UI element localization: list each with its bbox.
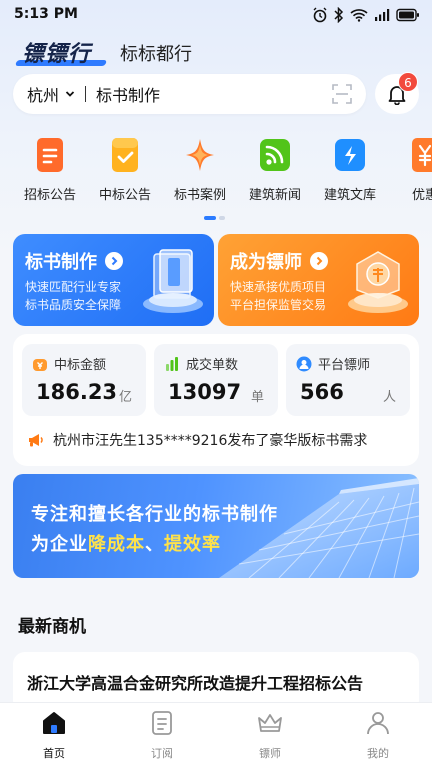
stat-value: 186.23 — [36, 380, 118, 404]
lightning-book-icon — [335, 139, 365, 171]
sparkle-icon — [186, 139, 214, 171]
stat-value: 566 — [300, 380, 344, 404]
promo-become-escort-line1: 快速承接优质项目 — [230, 280, 327, 294]
tab-escort[interactable]: 镖师 — [216, 709, 324, 761]
stat-unit: 人 — [382, 390, 396, 405]
yuan-icon — [412, 138, 432, 172]
document-icon — [37, 138, 63, 172]
category-construction-library[interactable]: 建筑文库 — [312, 132, 388, 203]
section-title-latest-opportunities: 最新商机 — [18, 617, 86, 637]
coin-stand-illustration — [348, 251, 408, 313]
status-icons — [312, 6, 420, 24]
category-construction-news[interactable]: 建筑新闻 — [237, 132, 313, 203]
category-pager — [204, 216, 225, 220]
alarm-icon — [313, 7, 327, 23]
tab-profile[interactable]: 我的 — [324, 709, 432, 761]
crown-icon — [258, 714, 282, 732]
category-discount[interactable]: 优惠 — [387, 132, 432, 203]
app-logo: 镖镖行 — [14, 36, 108, 67]
subscribe-icon — [152, 711, 172, 735]
scan-icon[interactable] — [332, 84, 352, 104]
tab-subscribe[interactable]: 订阅 — [108, 709, 216, 761]
bluetooth-icon — [334, 7, 344, 23]
opportunity-title: 浙江大学高温合金研究所改造提升工程招标公告 — [27, 674, 364, 693]
chevron-down-icon[interactable] — [65, 90, 75, 98]
wifi-icon — [350, 9, 368, 22]
category-bid-cases[interactable]: 标书案例 — [162, 132, 238, 203]
announcement-text: 杭州市汪先生135****9216发布了豪华版标书需求 — [53, 433, 368, 449]
stat-winning-amount: 中标金额 186.23 亿 — [22, 344, 146, 416]
chevron-right-icon — [310, 252, 328, 270]
category-bid-announcement[interactable]: 招标公告 — [12, 132, 88, 203]
promo-become-escort-line2: 平台担保监管交易 — [230, 298, 327, 312]
building-illustration — [219, 478, 419, 578]
user-icon — [296, 356, 312, 371]
promo-bid-writing-line1: 快速匹配行业专家 — [25, 280, 122, 294]
signal-icon — [375, 9, 390, 21]
bottom-tab-bar: 首页 订阅 镖师 我的 — [0, 702, 432, 768]
status-time: 5:13 PM — [14, 6, 78, 22]
notification-badge: 6 — [398, 72, 418, 92]
category-grid: 招标公告 中标公告 标书案例 建筑新闻 建筑文库 优惠 — [0, 132, 432, 203]
home-icon — [43, 712, 65, 734]
home-screen: 5:13 PM 镖镖行 标标都行 杭州 标书制作 6 招标公告 中标公告 标书案… — [0, 0, 432, 768]
battery-icon — [396, 8, 419, 22]
check-document-icon — [112, 138, 138, 172]
stat-value: 13097 — [168, 380, 242, 404]
search-input[interactable]: 标书制作 — [96, 82, 160, 106]
profile-icon — [367, 712, 389, 735]
city-selector[interactable]: 杭州 — [27, 82, 59, 106]
category-win-announcement[interactable]: 中标公告 — [87, 132, 163, 203]
promo-banner[interactable]: 专注和擅长各行业的标书制作 为企业降成本、提效率 — [13, 474, 419, 578]
promo-become-escort[interactable]: 成为镖师 快速承接优质项目 平台担保监管交易 — [218, 234, 419, 326]
banner-headline: 专注和擅长各行业的标书制作 — [31, 504, 278, 525]
tab-home[interactable]: 首页 — [0, 709, 108, 761]
stat-unit: 亿 — [118, 390, 132, 405]
banner-subheadline: 为企业降成本、提效率 — [31, 534, 221, 555]
rss-icon — [260, 139, 290, 171]
stat-deal-count: 成交单数 13097 单 — [154, 344, 278, 416]
status-bar: 5:13 PM — [0, 0, 432, 30]
stat-platform-escorts: 平台镖师 566 人 — [286, 344, 410, 416]
platform-stats-card: 中标金额 186.23 亿 成交单数 13097 单 平台镖师 566 人 杭州… — [13, 334, 419, 466]
announcement-ticker[interactable]: 杭州市汪先生135****9216发布了豪华版标书需求 — [27, 430, 367, 450]
logo-text: 镖镖行 — [22, 42, 92, 67]
promo-become-escort-title: 成为镖师 — [230, 252, 302, 273]
bar-chart-icon — [166, 356, 178, 371]
chevron-right-icon — [105, 252, 123, 270]
megaphone-icon — [29, 434, 43, 447]
stat-unit: 单 — [250, 390, 264, 405]
promo-bid-writing-title: 标书制作 — [25, 252, 97, 273]
money-bag-icon — [33, 358, 47, 371]
document-stand-illustration — [143, 249, 203, 313]
brand-slogan: 标标都行 — [120, 44, 192, 65]
promo-bid-writing-line2: 标书品质安全保障 — [25, 298, 122, 312]
search-bar[interactable]: 杭州 标书制作 — [13, 74, 366, 114]
promo-bid-writing[interactable]: 标书制作 快速匹配行业专家 标书品质安全保障 — [13, 234, 214, 326]
